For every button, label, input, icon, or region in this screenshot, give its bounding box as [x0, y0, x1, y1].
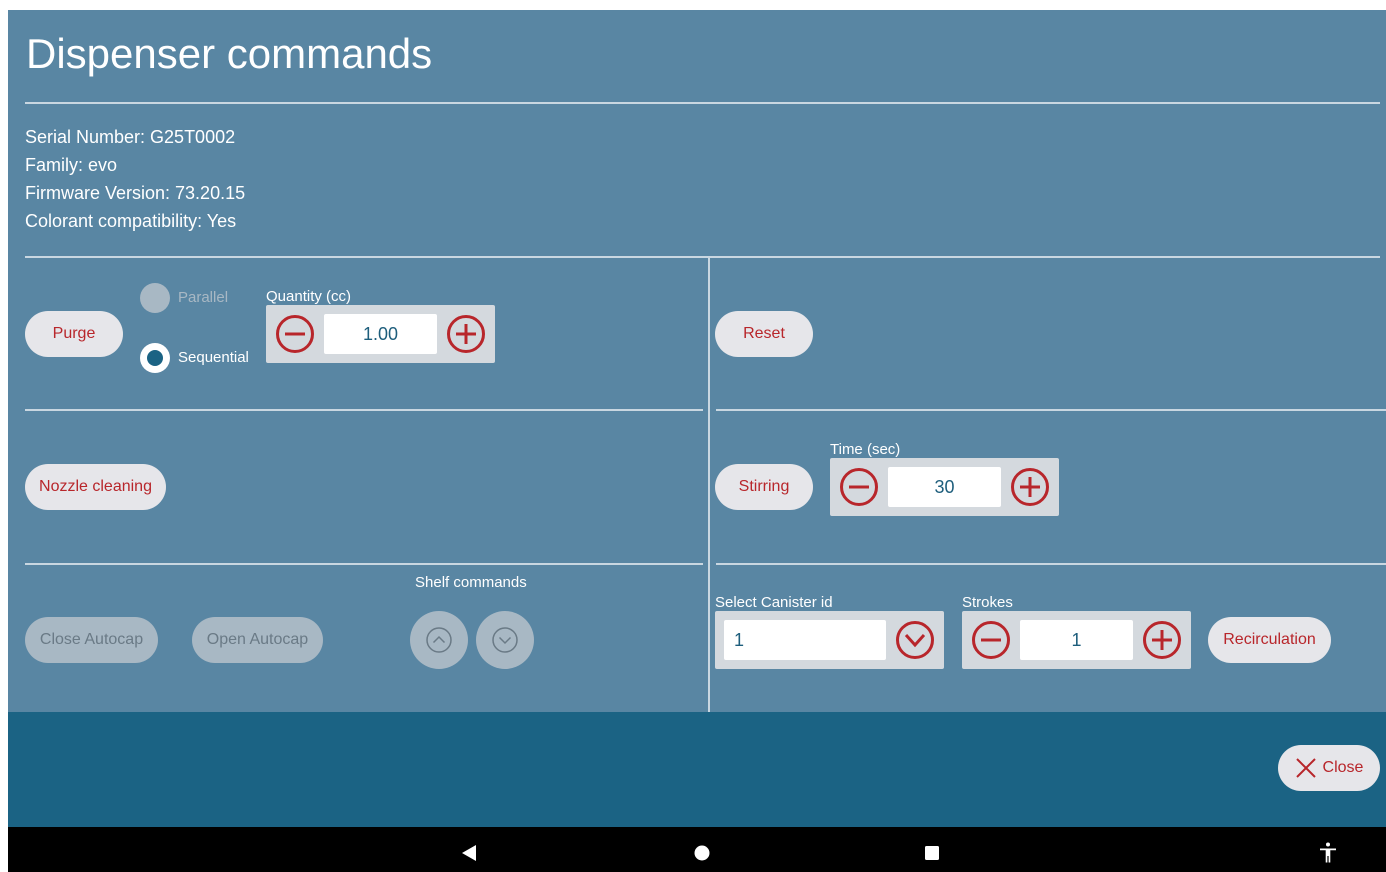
shelf-up-button[interactable]	[410, 611, 468, 669]
decrement-strokes-icon[interactable]	[971, 620, 1011, 660]
strokes-stepper: 1	[962, 611, 1191, 669]
decrement-quantity-icon[interactable]	[275, 314, 315, 354]
chevron-down-circle-icon	[492, 627, 518, 653]
family-text: Family: evo	[25, 155, 118, 175]
shelf-commands-label: Shelf commands	[415, 574, 527, 591]
row-divider-left-1	[25, 409, 703, 411]
increment-quantity-icon[interactable]	[446, 314, 486, 354]
reset-button[interactable]: Reset	[715, 311, 813, 357]
chevron-up-circle-icon	[426, 627, 452, 653]
page-title: Dispenser commands	[26, 30, 433, 77]
radio-sequential-label: Sequential	[178, 349, 249, 366]
shelf-down-button[interactable]	[476, 611, 534, 669]
strokes-label: Strokes	[962, 594, 1013, 611]
radio-parallel[interactable]	[140, 283, 170, 313]
quantity-stepper: 1.00	[266, 305, 495, 363]
open-autocap-button[interactable]: Open Autocap	[192, 617, 323, 663]
dialog-footer	[8, 712, 1386, 827]
radio-sequential[interactable]	[140, 343, 170, 373]
time-label: Time (sec)	[830, 441, 901, 458]
close-icon	[1295, 758, 1316, 778]
accessibility-icon[interactable]	[1318, 842, 1338, 864]
radio-selected-dot	[147, 350, 163, 366]
serial-number-text: Serial Number: G25T0002	[25, 127, 236, 147]
info-divider	[25, 256, 1380, 258]
increment-time-icon[interactable]	[1010, 467, 1050, 507]
time-stepper: 30	[830, 458, 1059, 516]
canister-id-value: 1	[724, 620, 886, 660]
home-icon[interactable]	[694, 845, 710, 861]
firmware-version-text: Firmware Version: 73.20.15	[25, 183, 246, 203]
row-divider-right-1	[716, 409, 1386, 411]
quantity-label: Quantity (cc)	[266, 288, 352, 305]
canister-id-select[interactable]: 1	[715, 611, 944, 669]
strokes-input[interactable]: 1	[1020, 620, 1133, 660]
increment-strokes-icon[interactable]	[1142, 620, 1182, 660]
chevron-down-icon[interactable]	[895, 620, 935, 660]
decrement-time-icon[interactable]	[839, 467, 879, 507]
back-icon[interactable]	[460, 843, 478, 863]
purge-button[interactable]: Purge	[25, 311, 123, 357]
recents-icon[interactable]	[924, 845, 940, 861]
time-input[interactable]: 30	[888, 467, 1001, 507]
close-button[interactable]: Close	[1278, 745, 1380, 791]
radio-parallel-label: Parallel	[178, 289, 229, 306]
close-button-label: Close	[1322, 759, 1364, 776]
title-divider	[25, 102, 1380, 104]
colorant-compatibility-text: Colorant compatibility: Yes	[25, 211, 237, 231]
row-divider-right-2	[716, 563, 1386, 565]
quantity-input[interactable]: 1.00	[324, 314, 437, 354]
row-divider-left-2	[25, 563, 703, 565]
screen: Dispenser commands Serial Number: G25T00…	[0, 0, 1386, 872]
nozzle-cleaning-button[interactable]: Nozzle cleaning	[25, 464, 166, 510]
column-divider	[708, 258, 710, 712]
close-autocap-button[interactable]: Close Autocap	[25, 617, 158, 663]
stirring-button[interactable]: Stirring	[715, 464, 813, 510]
recirculation-button[interactable]: Recirculation	[1208, 617, 1331, 663]
canister-id-label: Select Canister id	[715, 594, 833, 611]
